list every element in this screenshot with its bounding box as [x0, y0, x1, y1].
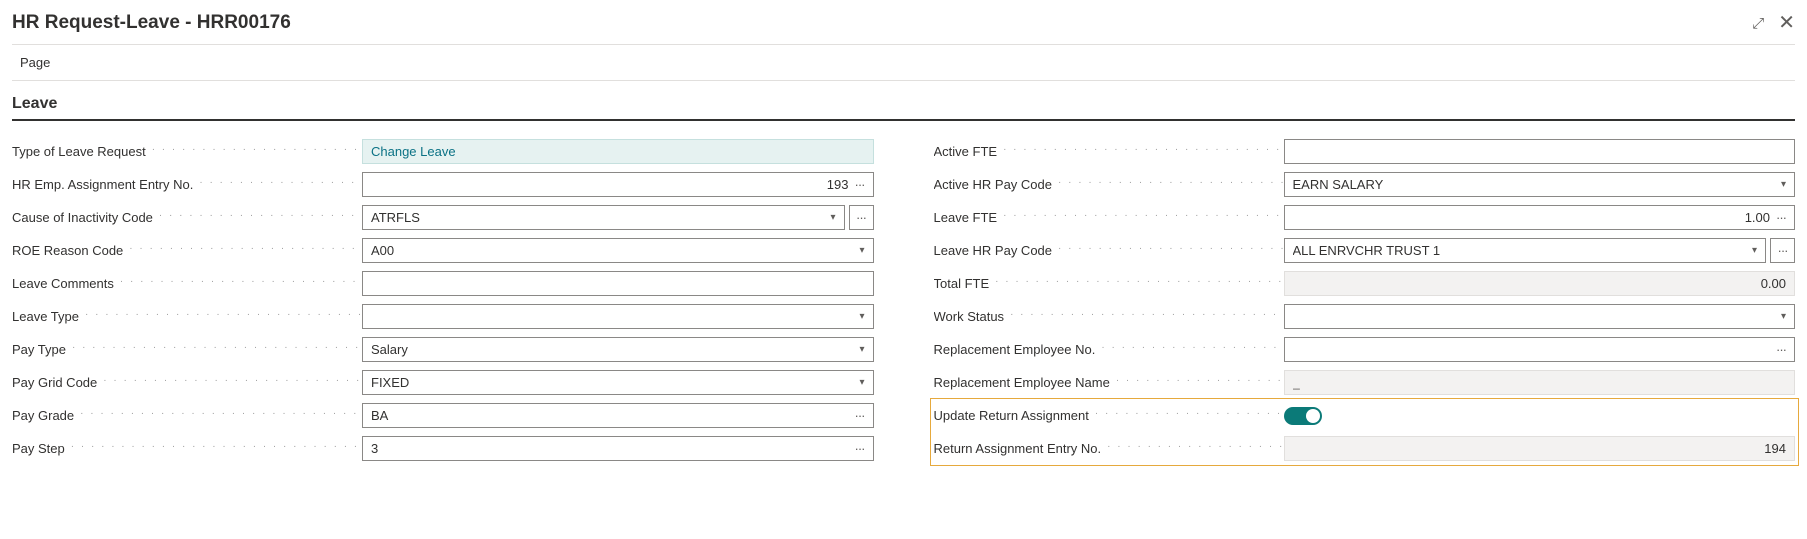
- chevron-down-icon[interactable]: ▾: [1746, 245, 1757, 256]
- return-assignment-entry-no-display: 194: [1284, 436, 1796, 461]
- pay-grade-input[interactable]: BA ···: [362, 403, 874, 428]
- replacement-employee-no-input[interactable]: ···: [1284, 337, 1796, 362]
- hr-emp-assignment-entry-no-input[interactable]: 193 ···: [362, 172, 874, 197]
- active-fte-input[interactable]: [1284, 139, 1796, 164]
- leave-type-select[interactable]: ▾: [362, 304, 874, 329]
- label: Leave Type: [12, 309, 362, 324]
- chevron-down-icon[interactable]: ▾: [824, 212, 835, 223]
- leave-hr-pay-code-more-button[interactable]: ···: [1770, 238, 1795, 263]
- field-pay-grade: Pay Grade BA ···: [12, 399, 874, 432]
- label: Pay Step: [12, 441, 362, 456]
- field-hr-emp-assignment-entry-no: HR Emp. Assignment Entry No. 193 ···: [12, 168, 874, 201]
- leave-form: Type of Leave Request Change Leave HR Em…: [12, 135, 1795, 465]
- label: Active FTE: [934, 144, 1284, 159]
- label: Pay Type: [12, 342, 362, 357]
- field-work-status: Work Status ▾: [934, 300, 1796, 333]
- field-total-fte: Total FTE 0.00: [934, 267, 1796, 300]
- label: Cause of Inactivity Code: [12, 210, 362, 225]
- replacement-employee-name-display: _: [1284, 370, 1796, 395]
- field-leave-fte: Leave FTE 1.00 ···: [934, 201, 1796, 234]
- cause-of-inactivity-code-select[interactable]: ATRFLS ▾: [362, 205, 845, 230]
- label: Leave HR Pay Code: [934, 243, 1284, 258]
- label: Work Status: [934, 309, 1284, 324]
- label: Update Return Assignment: [934, 408, 1284, 423]
- page-title: HR Request-Leave - HRR00176: [12, 12, 291, 34]
- type-of-leave-request-input[interactable]: Change Leave: [362, 139, 874, 164]
- pay-step-input[interactable]: 3 ···: [362, 436, 874, 461]
- lookup-icon[interactable]: ···: [849, 412, 865, 420]
- label: Leave Comments: [12, 276, 362, 291]
- left-column: Type of Leave Request Change Leave HR Em…: [12, 135, 874, 465]
- chevron-down-icon[interactable]: ▾: [1775, 179, 1786, 190]
- right-column: Active FTE Active HR Pay Code EARN SALAR…: [934, 135, 1796, 465]
- collapse-icon[interactable]: ⤢: [1752, 16, 1764, 31]
- chevron-down-icon[interactable]: ▾: [1775, 311, 1786, 322]
- field-replacement-employee-name: Replacement Employee Name _: [934, 366, 1796, 399]
- label: Leave FTE: [934, 210, 1284, 225]
- lookup-icon[interactable]: ···: [1770, 214, 1786, 222]
- field-roe-reason-code: ROE Reason Code A00 ▾: [12, 234, 874, 267]
- work-status-select[interactable]: ▾: [1284, 304, 1796, 329]
- leave-fte-input[interactable]: 1.00 ···: [1284, 205, 1796, 230]
- roe-reason-code-select[interactable]: A00 ▾: [362, 238, 874, 263]
- close-icon[interactable]: ✕: [1778, 13, 1795, 33]
- field-type-of-leave-request: Type of Leave Request Change Leave: [12, 135, 874, 168]
- label: Return Assignment Entry No.: [934, 441, 1284, 456]
- tab-page[interactable]: Page: [12, 45, 1795, 80]
- window-header: HR Request-Leave - HRR00176 ⤢ ✕: [12, 8, 1795, 44]
- label: Active HR Pay Code: [934, 177, 1284, 192]
- label: Replacement Employee No.: [934, 342, 1284, 357]
- field-return-assignment-entry-no: Return Assignment Entry No. 194: [934, 432, 1796, 465]
- chevron-down-icon[interactable]: ▾: [853, 377, 864, 388]
- field-cause-of-inactivity-code: Cause of Inactivity Code ATRFLS ▾ ···: [12, 201, 874, 234]
- leave-comments-input[interactable]: [362, 271, 874, 296]
- chevron-down-icon[interactable]: ▾: [853, 311, 864, 322]
- field-pay-type: Pay Type Salary ▾: [12, 333, 874, 366]
- label: Pay Grade: [12, 408, 362, 423]
- update-return-assignment-toggle[interactable]: [1284, 407, 1322, 425]
- field-replacement-employee-no: Replacement Employee No. ···: [934, 333, 1796, 366]
- label: Type of Leave Request: [12, 144, 362, 159]
- lookup-icon[interactable]: ···: [849, 181, 865, 189]
- window-controls: ⤢ ✕: [1752, 13, 1795, 33]
- pay-type-select[interactable]: Salary ▾: [362, 337, 874, 362]
- label: Total FTE: [934, 276, 1284, 291]
- field-update-return-assignment: Update Return Assignment: [934, 399, 1796, 432]
- active-hr-pay-code-select[interactable]: EARN SALARY ▾: [1284, 172, 1796, 197]
- field-leave-hr-pay-code: Leave HR Pay Code ALL ENRVCHR TRUST 1 ▾ …: [934, 234, 1796, 267]
- chevron-down-icon[interactable]: ▾: [853, 344, 864, 355]
- label: HR Emp. Assignment Entry No.: [12, 177, 362, 192]
- field-pay-grid-code: Pay Grid Code FIXED ▾: [12, 366, 874, 399]
- return-assignment-highlight: Update Return Assignment Return Assignme…: [930, 398, 1800, 466]
- field-leave-type: Leave Type ▾: [12, 300, 874, 333]
- lookup-icon[interactable]: ···: [1770, 346, 1786, 354]
- field-active-hr-pay-code: Active HR Pay Code EARN SALARY ▾: [934, 168, 1796, 201]
- total-fte-display: 0.00: [1284, 271, 1796, 296]
- section-header-leave: Leave: [12, 81, 1795, 121]
- label: Pay Grid Code: [12, 375, 362, 390]
- field-active-fte: Active FTE: [934, 135, 1796, 168]
- label: ROE Reason Code: [12, 243, 362, 258]
- leave-hr-pay-code-select[interactable]: ALL ENRVCHR TRUST 1 ▾: [1284, 238, 1767, 263]
- cause-of-inactivity-more-button[interactable]: ···: [849, 205, 874, 230]
- field-pay-step: Pay Step 3 ···: [12, 432, 874, 465]
- label: Replacement Employee Name: [934, 375, 1284, 390]
- lookup-icon[interactable]: ···: [849, 445, 865, 453]
- field-leave-comments: Leave Comments: [12, 267, 874, 300]
- pay-grid-code-select[interactable]: FIXED ▾: [362, 370, 874, 395]
- chevron-down-icon[interactable]: ▾: [853, 245, 864, 256]
